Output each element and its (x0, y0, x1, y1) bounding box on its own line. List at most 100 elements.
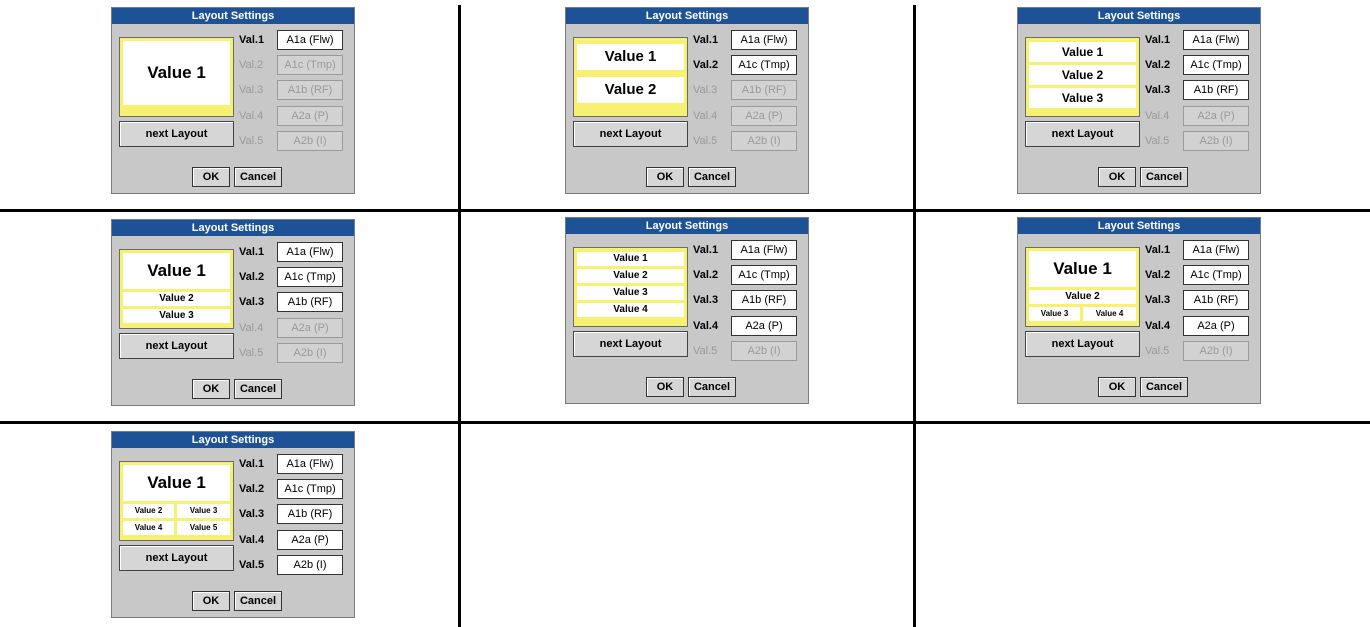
value-slot-label: Val.1 (239, 34, 265, 46)
value-slot-label: Val.1 (693, 34, 719, 46)
preview-value-cell: Value 2 (577, 77, 684, 103)
preview-value-cell: Value 1 (577, 44, 684, 70)
preview-value-cell: Value 2 (123, 292, 230, 306)
cancel-button[interactable]: Cancel (234, 591, 282, 611)
channel-select-button[interactable]: A2a (P) (731, 316, 797, 336)
channel-select-button[interactable]: A1c (Tmp) (731, 55, 797, 75)
dialog-title: Layout Settings (112, 220, 354, 236)
value-slot-label: Val.3 (693, 84, 718, 96)
channel-select-button[interactable]: A2a (P) (277, 530, 343, 550)
layout-preview: Value 1 Value 2 Value 3 Value 4 (1025, 247, 1140, 327)
channel-select-button[interactable]: A1a (Flw) (731, 240, 797, 260)
ok-button[interactable]: OK (1098, 167, 1136, 187)
next-layout-button[interactable]: next Layout (1025, 121, 1140, 147)
channel-select-button[interactable]: A1b (RF) (277, 504, 343, 524)
next-layout-button[interactable]: next Layout (119, 545, 234, 571)
channel-select-button: A1c (Tmp) (277, 55, 343, 75)
preview-value-cell: Value 4 (577, 303, 684, 317)
cancel-button[interactable]: Cancel (1140, 167, 1188, 187)
cancel-button[interactable]: Cancel (234, 167, 282, 187)
ok-button[interactable]: OK (646, 377, 684, 397)
next-layout-button[interactable]: next Layout (1025, 331, 1140, 357)
value-slot-label: Val.1 (693, 244, 719, 256)
value-slot-label: Val.5 (693, 135, 718, 147)
ok-button[interactable]: OK (1098, 377, 1136, 397)
dialog-title: Layout Settings (1018, 8, 1260, 24)
cancel-button[interactable]: Cancel (1140, 377, 1188, 397)
channel-select-button[interactable]: A1a (Flw) (277, 30, 343, 50)
value-slot-label: Val.2 (239, 483, 265, 495)
channel-select-button[interactable]: A1b (RF) (1183, 290, 1249, 310)
dialog-title: Layout Settings (1018, 218, 1260, 234)
value-slot-label: Val.3 (239, 296, 265, 308)
cancel-button[interactable]: Cancel (688, 377, 736, 397)
value-slot-label: Val.2 (693, 269, 719, 281)
grid-column-divider (913, 5, 916, 627)
channel-select-button[interactable]: A2b (I) (277, 555, 343, 575)
channel-select-button: A2a (P) (1183, 106, 1249, 126)
preview-value-cell: Value 2 (1029, 290, 1136, 304)
next-layout-button[interactable]: next Layout (573, 331, 688, 357)
channel-select-button[interactable]: A1b (RF) (277, 292, 343, 312)
ok-button[interactable]: OK (192, 591, 230, 611)
layout-settings-dialog: Layout Settings Value 1 Value 2 Value 3 Valu… (111, 431, 355, 618)
preview-value-cell: Value 1 (1029, 251, 1136, 287)
value-slot-label: Val.3 (239, 84, 264, 96)
next-layout-button[interactable]: next Layout (119, 333, 234, 359)
preview-value-cell: Value 5 (177, 521, 230, 535)
preview-value-cell: Value 2 (577, 269, 684, 283)
channel-select-button: A2b (I) (277, 131, 343, 151)
value-slot-label: Val.1 (239, 246, 265, 258)
value-slot-label: Val.5 (239, 559, 265, 571)
channel-select-button[interactable]: A1a (Flw) (277, 454, 343, 474)
value-slot-label: Val.4 (693, 320, 719, 332)
value-slot-label: Val.5 (1145, 345, 1170, 357)
channel-select-button[interactable]: A1b (RF) (1183, 80, 1249, 100)
preview-value-cell: Value 3 (1029, 307, 1080, 321)
channel-select-button[interactable]: A1a (Flw) (731, 30, 797, 50)
channel-select-button: A1b (RF) (731, 80, 797, 100)
next-layout-button[interactable]: next Layout (573, 121, 688, 147)
grid-row-divider (0, 421, 1370, 424)
channel-select-button[interactable]: A1c (Tmp) (1183, 265, 1249, 285)
value-slot-label: Val.1 (1145, 244, 1171, 256)
channel-select-button[interactable]: A1c (Tmp) (277, 479, 343, 499)
value-slot-label: Val.2 (239, 59, 264, 71)
value-slot-label: Val.4 (239, 534, 265, 546)
channel-select-button[interactable]: A1b (RF) (731, 290, 797, 310)
dialog-title: Layout Settings (112, 8, 354, 24)
cancel-button[interactable]: Cancel (688, 167, 736, 187)
preview-value-cell: Value 3 (1029, 88, 1136, 108)
value-slot-label: Val.3 (239, 508, 265, 520)
layout-preview: Value 1 Value 2 Value 3 (1025, 37, 1140, 117)
preview-value-cell: Value 1 (1029, 42, 1136, 62)
value-slot-label: Val.4 (239, 322, 264, 334)
channel-select-button[interactable]: A1a (Flw) (1183, 240, 1249, 260)
preview-value-cell: Value 4 (123, 521, 174, 535)
layout-settings-dialog: Layout Settings Value 1 Value 2 Value 3 next… (1017, 7, 1261, 194)
value-slot-label: Val.1 (239, 458, 265, 470)
value-slot-label: Val.4 (1145, 110, 1170, 122)
preview-value-cell: Value 1 (123, 465, 230, 501)
ok-button[interactable]: OK (192, 167, 230, 187)
channel-select-button: A2b (I) (731, 341, 797, 361)
layout-settings-dialog: Layout Settings Value 1 Value 2 next Layout… (565, 7, 809, 194)
channel-select-button[interactable]: A1c (Tmp) (731, 265, 797, 285)
ok-button[interactable]: OK (192, 379, 230, 399)
channel-select-button[interactable]: A1c (Tmp) (1183, 55, 1249, 75)
cancel-button[interactable]: Cancel (234, 379, 282, 399)
layout-settings-dialog: Layout Settings Value 1 Value 2 Value 3 next… (111, 219, 355, 406)
channel-select-button[interactable]: A2a (P) (1183, 316, 1249, 336)
channel-select-button[interactable]: A1a (Flw) (277, 242, 343, 262)
next-layout-button[interactable]: next Layout (119, 121, 234, 147)
channel-select-button[interactable]: A1c (Tmp) (277, 267, 343, 287)
value-slot-label: Val.4 (1145, 320, 1171, 332)
channel-select-button[interactable]: A1a (Flw) (1183, 30, 1249, 50)
layout-settings-dialog: Layout Settings Value 1 next Layout Val.1 A1… (111, 7, 355, 194)
dialog-title: Layout Settings (566, 218, 808, 234)
layout-preview: Value 1 Value 2 (573, 37, 688, 117)
ok-button[interactable]: OK (646, 167, 684, 187)
channel-select-button: A2a (P) (277, 318, 343, 338)
preview-value-cell: Value 3 (577, 286, 684, 300)
value-slot-label: Val.1 (1145, 34, 1171, 46)
